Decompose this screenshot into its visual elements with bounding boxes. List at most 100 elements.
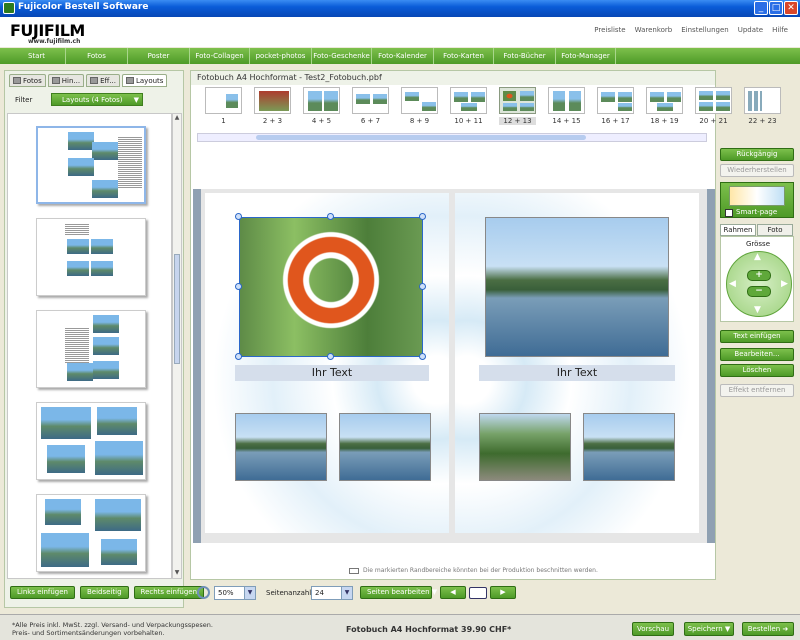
resize-handle[interactable] bbox=[327, 353, 334, 360]
edit-button[interactable]: Bearbeiten... bbox=[720, 348, 794, 361]
next-page-button[interactable]: ▶ bbox=[490, 586, 516, 599]
resize-handle[interactable] bbox=[419, 283, 426, 290]
tab-rahmen[interactable]: Rahmen bbox=[720, 224, 756, 236]
spread-thumb[interactable] bbox=[597, 87, 634, 114]
save-button[interactable]: Speichern ▼ bbox=[684, 622, 734, 636]
insert-right-button[interactable]: Rechts einfügen bbox=[133, 586, 205, 599]
zoom-out-icon[interactable]: − bbox=[747, 286, 771, 297]
resize-handle[interactable] bbox=[235, 283, 242, 290]
spread-label: 6 + 7 bbox=[360, 117, 381, 125]
layout-thumb[interactable] bbox=[36, 494, 146, 572]
spread-thumb[interactable] bbox=[646, 87, 683, 114]
smart-page-icon bbox=[729, 186, 785, 206]
tab-foto[interactable]: Foto bbox=[757, 224, 793, 236]
link-preisliste[interactable]: Preisliste bbox=[594, 26, 625, 34]
remove-effect-button[interactable]: Effekt entfernen bbox=[720, 384, 794, 397]
nav-fotos[interactable]: Fotos bbox=[66, 48, 128, 64]
nav-foto-buecher[interactable]: Foto-Bücher bbox=[494, 48, 556, 64]
smart-page-label: Smart-page bbox=[736, 208, 778, 216]
spread-thumb[interactable] bbox=[303, 87, 340, 114]
link-einstellungen[interactable]: Einstellungen bbox=[681, 26, 728, 34]
spread-thumb[interactable] bbox=[401, 87, 438, 114]
photo-lake-2[interactable] bbox=[339, 413, 431, 481]
nav-poster[interactable]: Poster bbox=[128, 48, 190, 64]
arrow-up-icon[interactable]: ▲ bbox=[754, 252, 761, 262]
filter-select[interactable]: Layouts (4 Fotos) ▼ bbox=[51, 93, 143, 106]
arrow-right-icon[interactable]: ▶ bbox=[781, 279, 788, 289]
right-tabs: Rahmen Foto bbox=[720, 224, 793, 236]
crop-marker-icon bbox=[349, 567, 359, 574]
photo-lake-large[interactable] bbox=[485, 217, 669, 357]
spread-thumb[interactable] bbox=[548, 87, 585, 114]
maximize-button[interactable]: □ bbox=[769, 1, 783, 15]
caption-left[interactable]: Ihr Text bbox=[235, 365, 429, 381]
nav-foto-collagen[interactable]: Foto-Collagen bbox=[190, 48, 250, 64]
resize-handle[interactable] bbox=[235, 353, 242, 360]
insert-text-button[interactable]: Text einfügen bbox=[720, 330, 794, 343]
arrow-left-icon[interactable]: ◀ bbox=[729, 279, 736, 289]
scroll-up-icon[interactable]: ▲ bbox=[173, 114, 181, 123]
spread-label: 22 + 23 bbox=[748, 117, 777, 125]
resize-handle[interactable] bbox=[235, 213, 242, 220]
pages-select[interactable]: 24 ▼ bbox=[311, 586, 353, 600]
title-bar: Fujicolor Bestell Software _ □ ✕ bbox=[0, 0, 800, 17]
link-hilfe[interactable]: Hilfe bbox=[772, 26, 788, 34]
tab-effekte[interactable]: Eff... bbox=[86, 74, 120, 87]
zoom-in-icon[interactable]: + bbox=[747, 270, 771, 281]
tab-hintergrund[interactable]: Hin... bbox=[47, 74, 85, 87]
spread-thumb[interactable] bbox=[254, 87, 291, 114]
resize-handle[interactable] bbox=[327, 213, 334, 220]
scrollbar-thumb[interactable] bbox=[174, 254, 180, 364]
smart-page-panel[interactable]: Smart-page bbox=[720, 182, 794, 218]
spread-thumb[interactable] bbox=[450, 87, 487, 114]
book-spread: Ihr Text Ihr Text bbox=[193, 189, 715, 543]
close-button[interactable]: ✕ bbox=[784, 1, 798, 15]
left-page[interactable]: Ihr Text bbox=[205, 193, 449, 533]
scrollbar-thumb[interactable] bbox=[256, 135, 586, 140]
tab-layouts[interactable]: Layouts bbox=[121, 74, 168, 87]
layout-thumb[interactable] bbox=[36, 310, 146, 388]
caption-right[interactable]: Ihr Text bbox=[479, 365, 675, 381]
nav-foto-geschenke[interactable]: Foto-Geschenke bbox=[312, 48, 372, 64]
edit-pages-button[interactable]: Seiten bearbeiten ▼ bbox=[360, 586, 437, 599]
layouts-scrollbar[interactable]: ▲ ▼ bbox=[172, 113, 182, 579]
nav-foto-karten[interactable]: Foto-Karten bbox=[434, 48, 494, 64]
spread-thumb[interactable] bbox=[695, 87, 732, 114]
spread-thumb[interactable] bbox=[744, 87, 781, 114]
nav-foto-manager[interactable]: Foto-Manager bbox=[556, 48, 616, 64]
layout-thumb[interactable] bbox=[36, 218, 146, 296]
undo-button[interactable]: Rückgängig bbox=[720, 148, 794, 161]
resize-handle[interactable] bbox=[419, 353, 426, 360]
right-page[interactable]: Ihr Text bbox=[455, 193, 699, 533]
photo-lake-1[interactable] bbox=[235, 413, 327, 481]
scroll-down-icon[interactable]: ▼ bbox=[173, 569, 181, 578]
arrow-down-icon[interactable]: ▼ bbox=[754, 305, 761, 315]
prev-page-button[interactable]: ◀ bbox=[440, 586, 466, 599]
minimize-button[interactable]: _ bbox=[754, 1, 768, 15]
nav-pocket-photos[interactable]: pocket-photos bbox=[250, 48, 312, 64]
tab-fotos[interactable]: Fotos bbox=[9, 74, 46, 87]
layout-thumb[interactable] bbox=[36, 126, 146, 204]
link-warenkorb[interactable]: Warenkorb bbox=[635, 26, 673, 34]
insert-both-button[interactable]: Beidseitig bbox=[79, 586, 129, 599]
zoom-select[interactable]: 50% ▼ bbox=[214, 586, 256, 600]
delete-button[interactable]: Löschen bbox=[720, 364, 794, 377]
layouts-list[interactable] bbox=[7, 113, 172, 579]
nav-foto-kalender[interactable]: Foto-Kalender bbox=[372, 48, 434, 64]
preview-button[interactable]: Vorschau bbox=[632, 622, 674, 636]
smart-page-checkbox[interactable] bbox=[725, 209, 733, 217]
order-button[interactable]: Bestellen ➜ bbox=[742, 622, 794, 636]
tab-hintergrund-label: Hin... bbox=[61, 76, 81, 85]
resize-handle[interactable] bbox=[419, 213, 426, 220]
layout-thumb[interactable] bbox=[36, 402, 146, 480]
redo-button[interactable]: Wiederherstellen bbox=[720, 164, 794, 177]
photo-shore[interactable] bbox=[479, 413, 571, 481]
spread-thumb[interactable] bbox=[352, 87, 389, 114]
spread-thumb[interactable] bbox=[205, 87, 242, 114]
photo-lake-3[interactable] bbox=[583, 413, 675, 481]
nav-start[interactable]: Start bbox=[8, 48, 66, 64]
spread-scrollbar[interactable] bbox=[197, 133, 707, 142]
link-update[interactable]: Update bbox=[738, 26, 763, 34]
spread-thumb-active[interactable] bbox=[499, 87, 536, 114]
insert-left-button[interactable]: Links einfügen bbox=[10, 586, 75, 599]
